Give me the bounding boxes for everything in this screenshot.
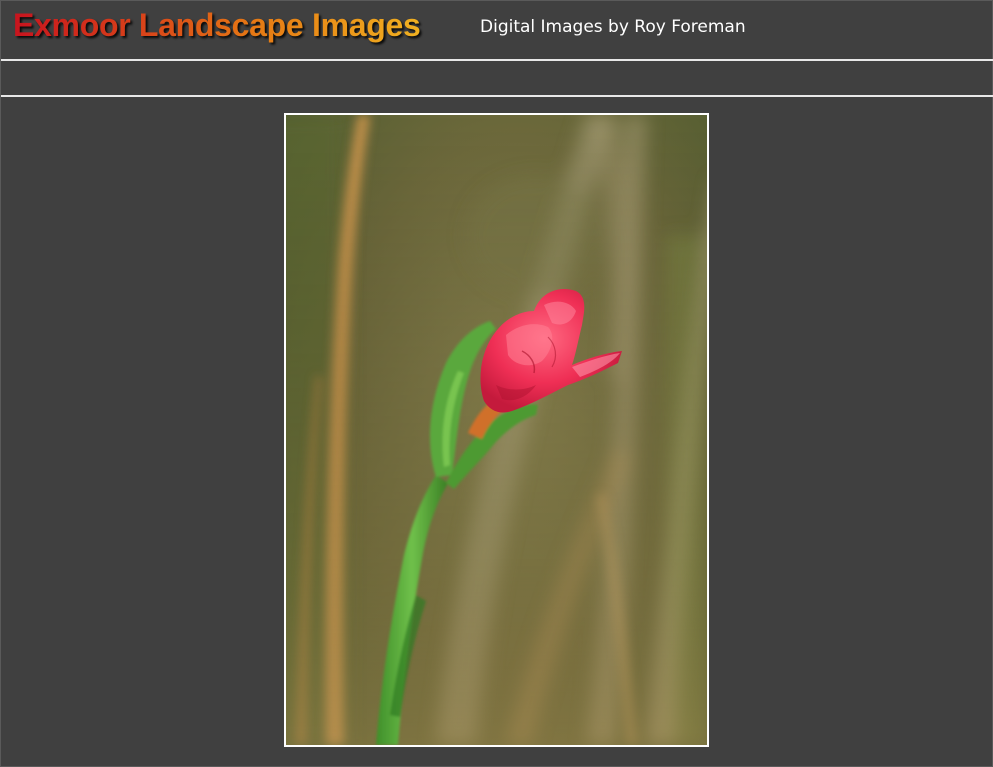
nav-bar xyxy=(1,61,993,95)
page: Exmoor Landscape Images Digital Images b… xyxy=(0,0,993,767)
header-divider-bottom xyxy=(1,95,993,97)
site-tagline: Digital Images by Roy Foreman xyxy=(480,17,746,37)
flower-photo-image xyxy=(286,115,707,745)
site-title[interactable]: Exmoor Landscape Images xyxy=(13,7,421,44)
main-photo[interactable] xyxy=(284,113,709,747)
site-header: Exmoor Landscape Images Digital Images b… xyxy=(1,1,993,59)
